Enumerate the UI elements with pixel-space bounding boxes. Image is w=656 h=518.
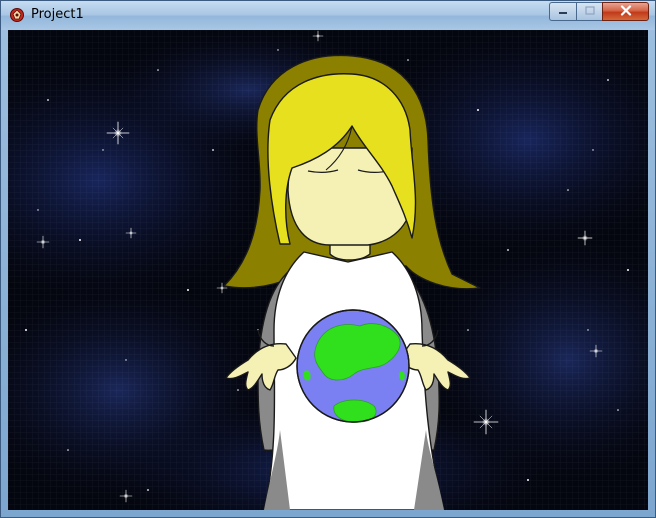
app-icon[interactable]: [9, 7, 25, 23]
maximize-button[interactable]: [576, 2, 602, 21]
earth-globe: [296, 309, 410, 423]
minimize-icon: [558, 5, 568, 18]
window-controls: [549, 2, 649, 21]
game-screen[interactable]: [8, 30, 648, 510]
game-window: Project1: [0, 0, 656, 518]
game-scene: [8, 30, 648, 510]
window-title: Project1: [31, 7, 84, 22]
title-bar[interactable]: Project1: [1, 1, 655, 30]
close-icon: [620, 4, 632, 19]
maximize-icon: [584, 5, 595, 18]
close-button[interactable]: [602, 2, 649, 21]
minimize-button[interactable]: [549, 2, 576, 21]
